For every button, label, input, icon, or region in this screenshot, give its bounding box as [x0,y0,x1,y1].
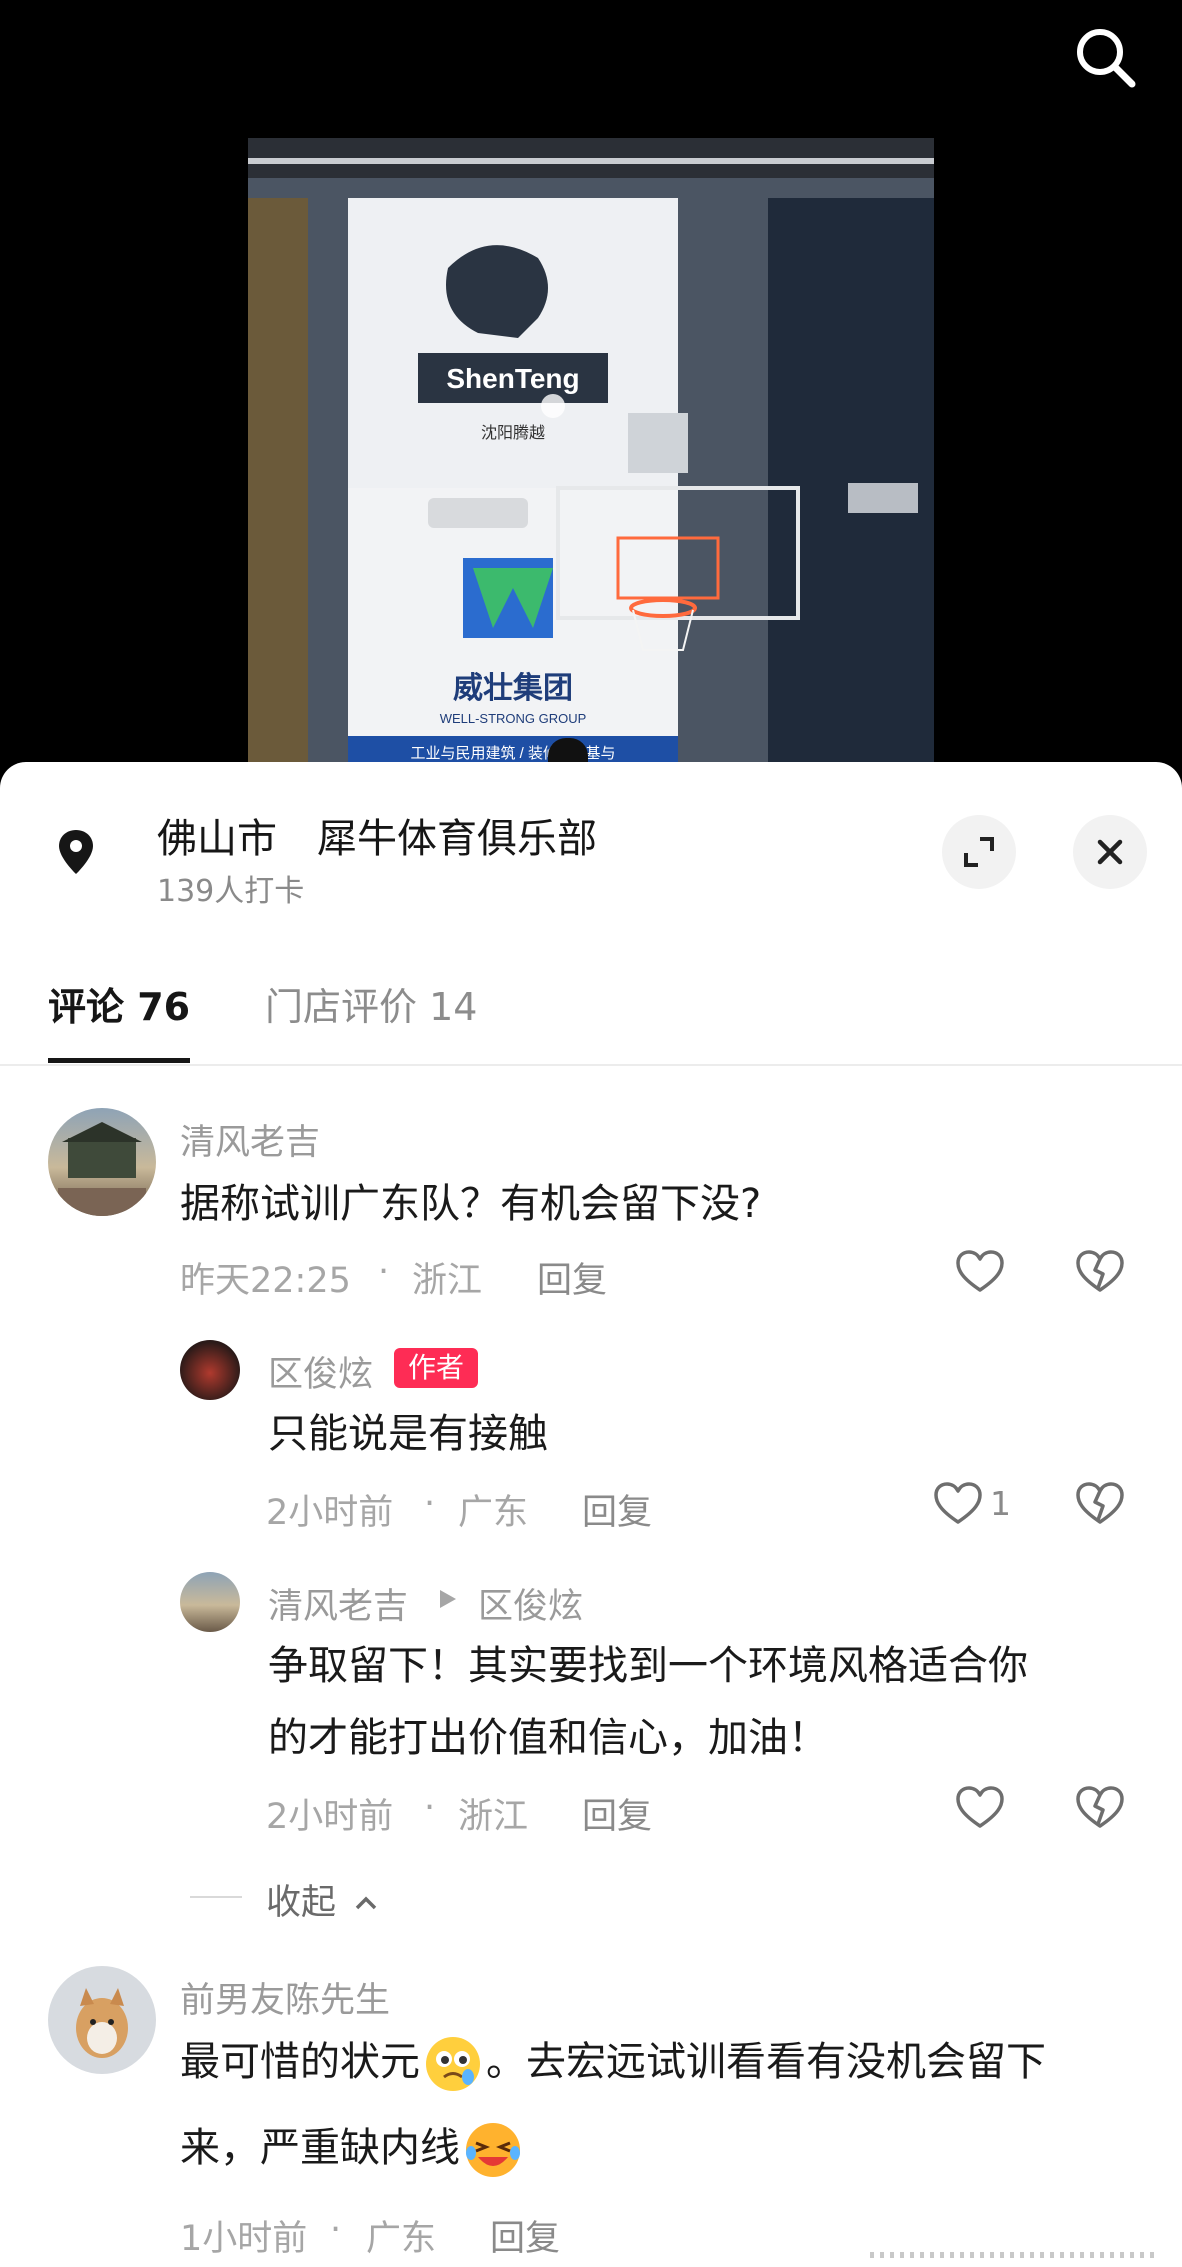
reply-username[interactable]: 清风老吉 [268,1578,408,1629]
meta-separator: · [424,1788,436,1828]
tab-comments[interactable]: 评论 76 [48,976,190,1031]
avatar[interactable] [48,1108,156,1216]
collapse-label: 收起 [266,1883,337,1923]
laugh-cry-emoji-icon [466,2123,520,2177]
reply-region: 广东 [458,1493,529,1533]
location-name[interactable]: 犀牛体育俱乐部 [317,806,597,864]
location-pin-icon [59,830,93,874]
close-icon [1097,839,1123,865]
sponsor-sub: WELL-STRONG GROUP [440,711,587,726]
chevron-up-icon [355,1896,377,1910]
reply-time: 2小时前 [266,1493,394,1533]
reply-button[interactable]: 回复 [582,1788,652,1839]
reply-username[interactable]: 区俊炫 [268,1346,373,1397]
dislike-icon[interactable] [1072,1476,1128,1532]
dislike-icon[interactable] [1072,1780,1128,1836]
comment-text-part: 来，严重缺内线 [180,2125,460,2171]
avatar[interactable] [48,1966,156,2074]
reply-button[interactable]: 回复 [537,1252,607,1303]
tab-divider [0,1064,1182,1066]
heart-icon[interactable] [952,1244,1008,1300]
video-frame: ShenTeng 沈阳腾越 威壮集团 WELL-STRONG GROUP 工业与… [248,138,934,788]
comment-username[interactable]: 前男友陈先生 [180,1972,390,2023]
logo-text: ShenTeng [446,363,579,394]
avatar[interactable] [180,1340,240,1400]
video-scene: ShenTeng 沈阳腾越 威壮集团 WELL-STRONG GROUP 工业与… [248,138,934,788]
like-count: 1 [990,1484,1011,1523]
close-button[interactable] [1073,815,1147,889]
crying-emoji-icon [426,2037,480,2091]
meta-separator: · [330,2210,342,2250]
comment-text-line2: 来，严重缺内线 [180,2116,526,2181]
heart-icon[interactable] [952,1780,1008,1836]
tab-store-reviews[interactable]: 门店评价 14 [265,976,477,1031]
comment-region: 浙江 [412,1261,483,1301]
video-player[interactable]: ShenTeng 沈阳腾越 威壮集团 WELL-STRONG GROUP 工业与… [0,0,1182,788]
checkin-count: 139人打卡 [157,874,305,909]
reply-to-username[interactable]: 区俊炫 [478,1578,583,1629]
search-icon[interactable] [1070,22,1140,92]
avatar-image [76,1988,128,2058]
collapse-divider [190,1896,242,1898]
comment-username[interactable]: 清风老吉 [180,1114,320,1165]
tab-active-indicator [48,1058,190,1063]
comments-sheet: 佛山市 犀牛体育俱乐部 139人打卡 评论 76 门店评价 14 清风老吉 据称… [0,762,1182,2267]
collapse-button[interactable]: 收起 [266,1874,381,1925]
comment-text-part: 。去宏远试训看看有没机会留下 [486,2039,1046,2085]
avatar-image [58,1122,146,1216]
sponsor-text: 威壮集团 [453,672,573,705]
meta-separator: · [424,1484,436,1524]
reply-button[interactable]: 回复 [582,1484,652,1535]
comment-time: 昨天22:25 [180,1261,351,1301]
dislike-icon[interactable] [1072,1244,1128,1300]
dotted-line-decoration [870,2252,1160,2258]
avatar[interactable] [180,1572,240,1632]
reply-time: 2小时前 [266,1797,394,1837]
heart-icon[interactable] [930,1476,986,1532]
reply-text: 只能说是有接触 [268,1411,548,1457]
logo-sub: 沈阳腾越 [481,424,545,442]
comment-text: 据称试训广东队？有机会留下没? [180,1181,762,1227]
comment-region: 广东 [366,2219,437,2259]
location-city[interactable]: 佛山市 [157,806,277,864]
reply-text-line1: 争取留下！其实要找到一个环境风格适合你 [268,1643,1028,1689]
comment-text-part: 最可惜的状元 [180,2039,420,2085]
reply-text-line2: 的才能打出价值和信心，加油！ [268,1715,828,1761]
reply-region: 浙江 [458,1797,529,1837]
expand-button[interactable] [942,815,1016,889]
comment-text-line1: 最可惜的状元 。去宏远试训看看有没机会留下 [180,2030,1046,2095]
reply-button[interactable]: 回复 [490,2210,560,2261]
reply-arrow-icon [440,1590,456,1608]
comment-time: 1小时前 [180,2219,308,2259]
meta-separator: · [378,1252,390,1292]
expand-icon [964,837,994,867]
author-badge: 作者 [394,1348,478,1388]
